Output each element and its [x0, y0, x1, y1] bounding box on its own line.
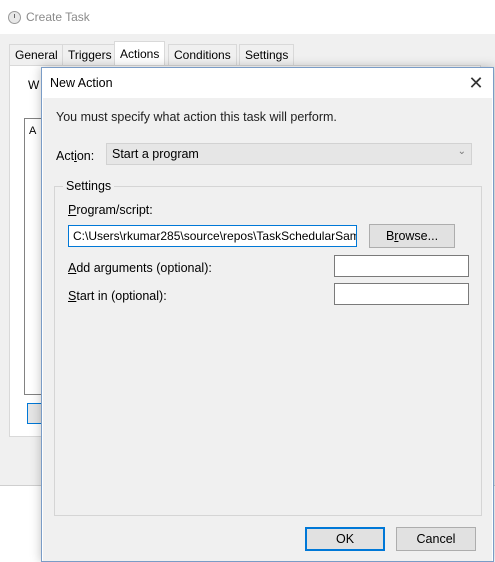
start-in-input[interactable]	[334, 283, 469, 305]
action-dropdown[interactable]: Start a program ⌄	[106, 143, 472, 165]
instruction-text: You must specify what action this task w…	[56, 110, 337, 124]
chevron-down-icon: ⌄	[457, 146, 466, 157]
browse-button[interactable]: Browse...	[369, 224, 455, 248]
action-dropdown-value: Start a program	[112, 147, 199, 161]
clock-icon	[8, 11, 21, 24]
tab-triggers[interactable]: Triggers	[62, 44, 118, 65]
actions-panel-heading: W	[28, 78, 40, 92]
program-script-input[interactable]: C:\Users\rkumar285\source\repos\TaskSche…	[68, 225, 357, 247]
actions-list-header: A	[29, 125, 37, 137]
settings-group-title: Settings	[63, 179, 115, 193]
new-action-dialog: New Action ✕ You must specify what actio…	[41, 67, 494, 562]
ok-button[interactable]: OK	[305, 527, 385, 551]
dialog-titlebar: New Action ✕	[42, 68, 493, 98]
tab-settings[interactable]: Settings	[239, 44, 295, 65]
action-label: Action:	[56, 149, 95, 163]
dialog-body: You must specify what action this task w…	[43, 98, 492, 561]
cancel-button[interactable]: Cancel	[396, 527, 476, 551]
add-arguments-input[interactable]	[334, 255, 469, 277]
tab-actions[interactable]: Actions	[114, 41, 166, 66]
tab-general[interactable]: General	[9, 44, 64, 65]
create-task-titlebar: Create Task	[0, 0, 495, 34]
tab-conditions[interactable]: Conditions	[168, 44, 237, 65]
start-in-label: Start in (optional):	[68, 289, 167, 303]
program-script-label: Program/script:	[68, 203, 153, 217]
dialog-title: New Action	[50, 76, 113, 90]
close-icon[interactable]: ✕	[465, 72, 487, 94]
add-arguments-label: Add arguments (optional):	[68, 261, 212, 275]
create-task-title: Create Task	[26, 10, 90, 24]
